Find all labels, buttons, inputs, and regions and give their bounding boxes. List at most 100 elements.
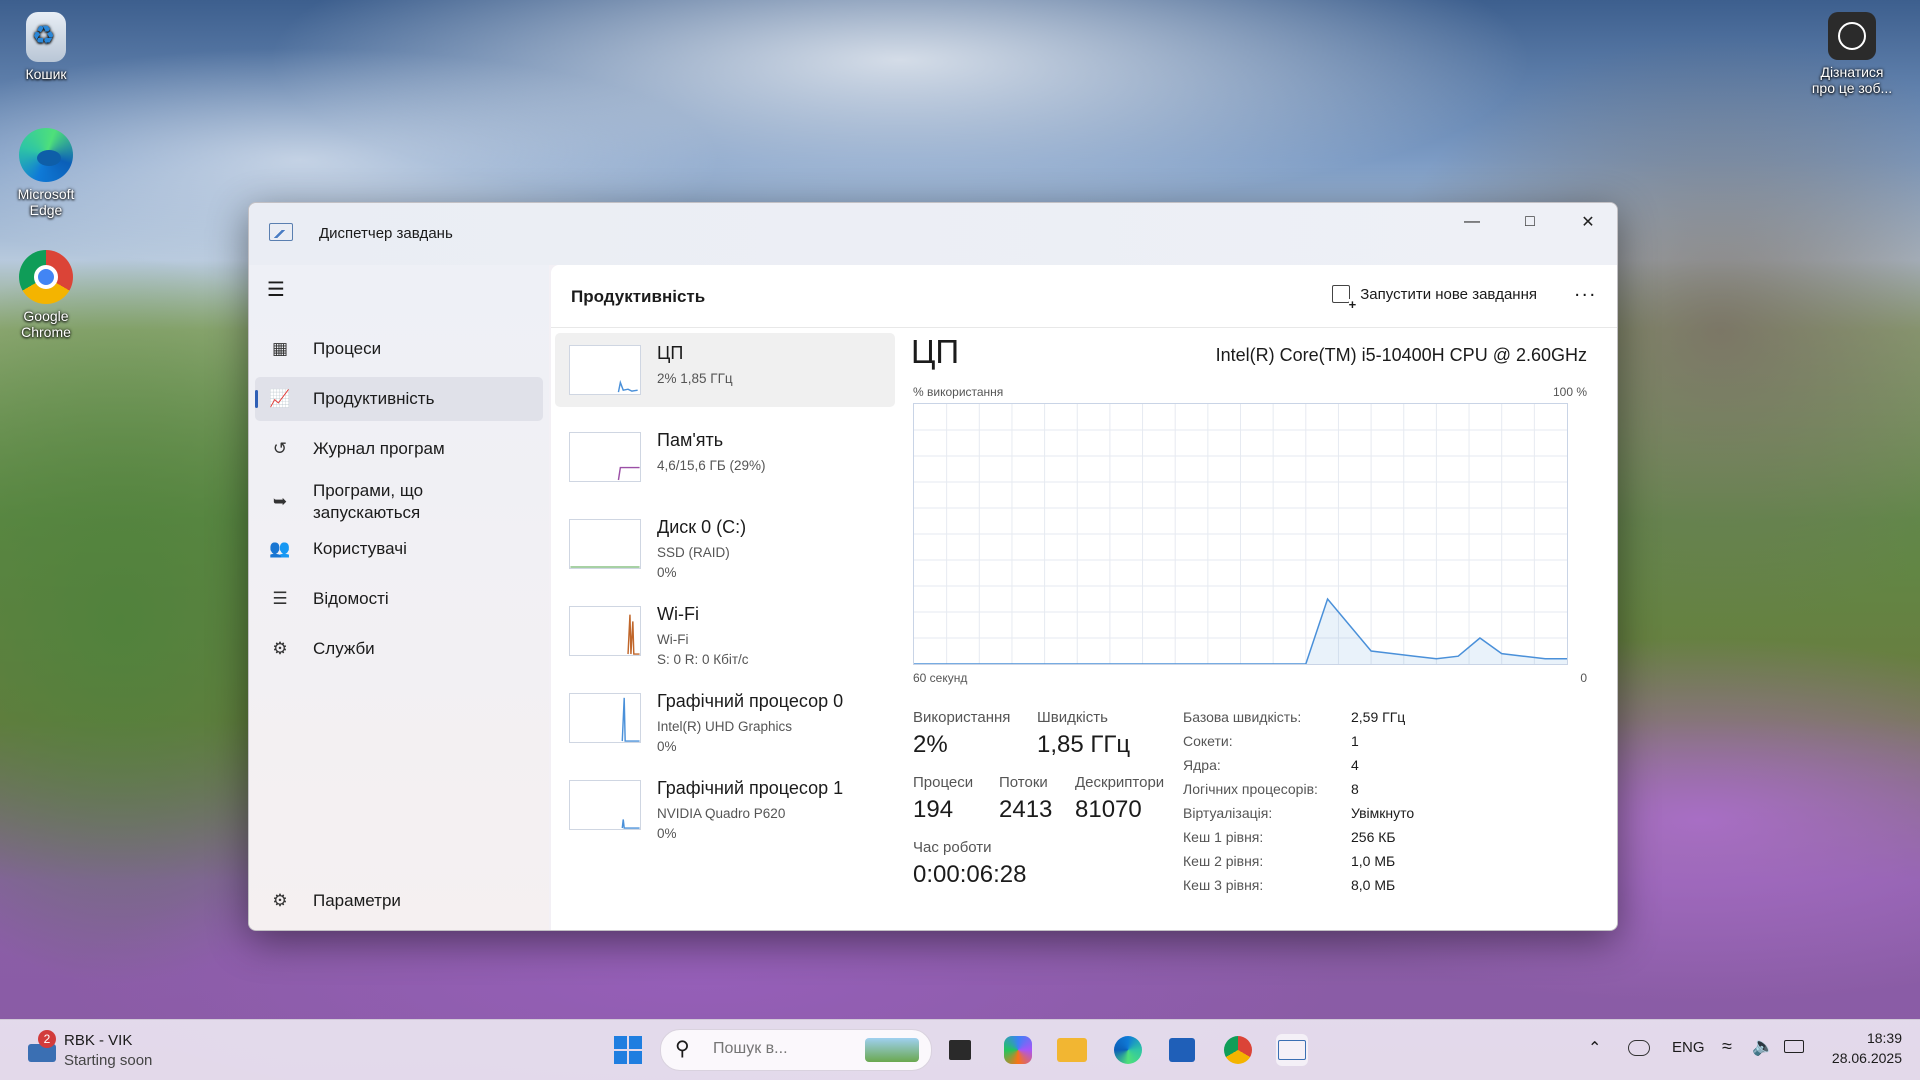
spec-label: Віртуалізація: (1183, 805, 1273, 821)
sidebar-item-startup-apps[interactable]: ➥ Програми, що запускаються (255, 477, 543, 527)
processes-value: 194 (913, 796, 954, 823)
clock-time: 18:39 (1866, 1030, 1902, 1046)
notification-widget[interactable]: 2 RBK - VIK Starting soon (22, 1028, 222, 1072)
threads-label: Потоки (999, 774, 1048, 791)
show-hidden-icons-button[interactable]: ⌃ (1588, 1038, 1601, 1058)
sidebar-item-app-history[interactable]: ↺ Журнал програм (255, 427, 543, 471)
edge-icon (19, 128, 73, 182)
search-input[interactable] (711, 1039, 855, 1059)
start-button[interactable] (612, 1034, 644, 1066)
device-status: Intel(R) UHD Graphics 0% (657, 717, 792, 757)
wifi-thumbnail-line (627, 614, 640, 655)
device-status-line1: Wi-Fi (657, 632, 689, 647)
device-item-memory[interactable]: Пам'ять 4,6/15,6 ГБ (29%) (555, 420, 895, 494)
battery-icon[interactable] (1784, 1040, 1804, 1053)
sidebar-item-users[interactable]: 👥 Користувачі (255, 527, 543, 571)
spec-value: 8,0 МБ (1351, 877, 1396, 893)
x-axis-min-label: 0 (1580, 671, 1587, 685)
services-icon: ⚙ (272, 639, 288, 658)
wifi-icon[interactable]: ≈ (1722, 1036, 1732, 1057)
hamburger-menu-button[interactable]: ☰ (267, 277, 291, 301)
processes-icon: ▦ (271, 339, 289, 358)
recycle-bin-icon (26, 12, 66, 62)
copilot-button[interactable] (1002, 1034, 1034, 1066)
sidebar: ☰ ▦ Процеси 📈 Продуктивність ↺ Журнал пр… (249, 265, 549, 930)
spec-label: Базова швидкість: (1183, 709, 1302, 725)
sidebar-item-label: Журнал програм (313, 439, 445, 458)
gear-icon: ⚙ (272, 891, 288, 910)
taskbar-search[interactable]: ⚲ (660, 1029, 932, 1071)
more-options-button[interactable]: ... (1574, 279, 1597, 302)
handles-value: 81070 (1075, 796, 1142, 823)
edge-taskbar-button[interactable] (1112, 1034, 1144, 1066)
device-name: ЦП (657, 343, 684, 363)
speed-label: Швидкість (1037, 709, 1108, 726)
file-explorer-button[interactable] (1056, 1034, 1088, 1066)
device-item-wifi[interactable]: Wi-Fi Wi-Fi S: 0 R: 0 Кбіт/с (555, 594, 895, 668)
disk-thumbnail (569, 519, 641, 569)
minimize-button[interactable]: — (1443, 203, 1501, 241)
desktop-icon-label: Microsoft Edge (17, 186, 75, 218)
search-highlight-icon (865, 1038, 919, 1062)
spec-value: 2,59 ГГц (1351, 709, 1406, 725)
sidebar-item-services[interactable]: ⚙ Служби (255, 627, 543, 671)
volume-icon[interactable]: 🔈 (1752, 1036, 1774, 1057)
desktop-icon-chrome[interactable]: Google Chrome (0, 250, 94, 340)
desktop-icon-label: Дізнатися про це зоб... (1811, 64, 1893, 96)
device-status: SSD (RAID) 0% (657, 543, 730, 583)
spec-value: Увімкнуто (1351, 805, 1415, 821)
processes-label: Процеси (913, 774, 974, 791)
close-button[interactable]: ✕ (1559, 203, 1617, 241)
x-axis-label: 60 секунд (913, 671, 968, 685)
content-header: Продуктивність Запустити нове завдання .… (551, 265, 1617, 328)
task-view-button[interactable] (944, 1034, 976, 1066)
device-item-gpu1[interactable]: Графічний процесор 1 NVIDIA Quadro P620 … (555, 768, 895, 842)
title-bar[interactable]: Диспетчер завдань — □ ✕ (249, 203, 1617, 265)
camera-info-icon (1828, 12, 1876, 60)
task-manager-taskbar-button[interactable] (1276, 1034, 1308, 1066)
chrome-icon (19, 250, 73, 304)
run-new-task-button[interactable]: Запустити нове завдання (1332, 285, 1537, 311)
spec-label: Логічних процесорів: (1183, 781, 1318, 797)
sidebar-item-processes[interactable]: ▦ Процеси (255, 327, 543, 371)
clock-date: 28.06.2025 (1831, 1050, 1902, 1066)
device-name: Графічний процесор 0 (657, 691, 844, 711)
device-list: ЦП 2% 1,85 ГГц Пам'ять 4,6/15,6 ГБ (29%)… (555, 333, 895, 855)
new-task-icon (1332, 285, 1357, 311)
y-axis-label: % використання (913, 385, 1004, 399)
run-new-task-label: Запустити нове завдання (1360, 285, 1537, 303)
device-status: 2% 1,85 ГГц (657, 371, 733, 386)
maximize-button[interactable]: □ (1501, 203, 1559, 241)
memory-thumbnail-line (617, 466, 640, 481)
device-item-cpu[interactable]: ЦП 2% 1,85 ГГц (555, 333, 895, 407)
details-title: ЦП (911, 333, 960, 370)
device-name: Графічний процесор 1 (657, 778, 844, 798)
y-axis-max-label: 100 % (1552, 385, 1587, 399)
sidebar-item-performance[interactable]: 📈 Продуктивність (255, 377, 543, 421)
onedrive-icon[interactable] (1628, 1040, 1650, 1056)
taskbar: 2 RBK - VIK Starting soon ⚲ ⌃ ENG ≈ 🔈 (0, 1019, 1920, 1080)
cpu-model-name: Intel(R) Core(TM) i5-10400H CPU @ 2.60GH… (1215, 345, 1587, 365)
sidebar-item-settings[interactable]: ⚙ Параметри (255, 879, 543, 923)
chrome-taskbar-button[interactable] (1222, 1034, 1254, 1066)
desktop-icon-edge[interactable]: Microsoft Edge (0, 128, 94, 218)
language-indicator[interactable]: ENG (1672, 1039, 1705, 1056)
desktop-icon-learn-about-picture[interactable]: Дізнатися про це зоб... (1802, 12, 1902, 96)
device-item-disk[interactable]: Диск 0 (C:) SSD (RAID) 0% (555, 507, 895, 581)
copilot-icon (1004, 1036, 1032, 1064)
spec-label: Ядра: (1183, 757, 1221, 773)
clock[interactable]: 18:39 28.06.2025 (1818, 1028, 1902, 1068)
sidebar-item-details[interactable]: ☰ Відомості (255, 577, 543, 621)
device-name: Пам'ять (657, 430, 724, 450)
gpu0-thumbnail (569, 693, 641, 743)
spec-label: Кеш 2 рівня: (1183, 853, 1264, 869)
desktop-icon-recycle-bin[interactable]: Кошик (0, 12, 94, 82)
threads-value: 2413 (999, 796, 1053, 823)
device-status: 4,6/15,6 ГБ (29%) (657, 458, 766, 473)
device-item-gpu0[interactable]: Графічний процесор 0 Intel(R) UHD Graphi… (555, 681, 895, 755)
sidebar-item-label: Процеси (313, 339, 382, 358)
usage-value: 2% (913, 731, 948, 758)
store-button[interactable] (1166, 1034, 1198, 1066)
notification-title: RBK - VIK (64, 1032, 133, 1049)
folder-icon (1057, 1038, 1087, 1062)
